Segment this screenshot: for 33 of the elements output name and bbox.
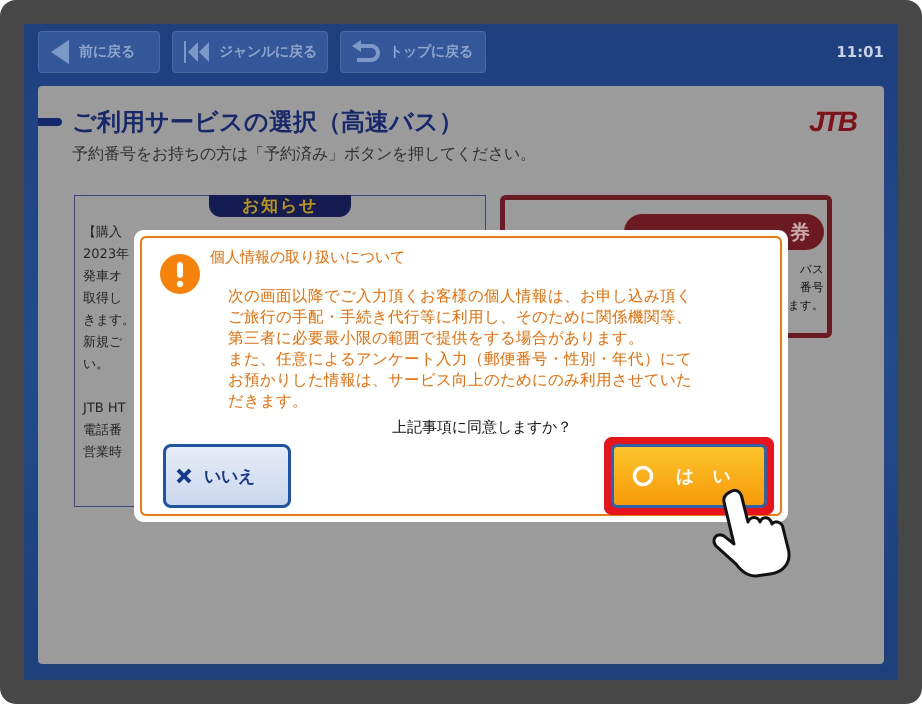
return-arrow-icon: [351, 40, 381, 64]
notice-text: 新規ご: [83, 334, 122, 352]
logo: JTB: [809, 106, 856, 138]
back-arrow-icon: [49, 39, 71, 65]
confirm-question: 上記事項に同意しますか？: [392, 418, 572, 437]
page-title: ご利用サービスの選択（高速バス）: [72, 107, 463, 138]
nav-button[interactable]: 前に戻る: [38, 31, 160, 73]
notice-text: JTB HT: [83, 400, 126, 418]
nav-button[interactable]: ジャンルに戻る: [172, 31, 328, 73]
card-text: ます。: [788, 297, 824, 314]
rewind-icon: [183, 40, 211, 64]
title-marker: [38, 118, 62, 126]
notice-text: 電話番: [83, 422, 122, 440]
dialog-message: 次の画面以降でご入力頂くお客様の個人情報は、お申し込み頂く ご旅行の手配・手続き代行等に利用し、そのために関係機関等、 第三者に必要最小限の範囲で提供をする場合があります。 また、任意によるアンケート入力（郵便番号・性別・年代）にて お預かりした情報は、サービス向上のためにのみ利用させていた だきます。: [228, 286, 693, 412]
no-button[interactable]: いいえ: [163, 444, 291, 508]
notice-text: 営業時: [83, 444, 122, 462]
notice-text: 2023年: [83, 246, 130, 264]
close-icon: [176, 468, 192, 484]
notice-text: い。: [83, 356, 109, 374]
notice-heading: お知らせ: [209, 195, 351, 217]
circle-icon: [632, 465, 654, 487]
notice-text: 【購入: [83, 224, 122, 242]
yes-button[interactable]: は い: [611, 444, 767, 508]
card-text: 番号: [800, 279, 824, 296]
notice-text: きます。: [83, 312, 135, 330]
dialog-heading: 個人情報の取り扱いについて: [210, 248, 405, 267]
notice-text: 発車オ: [83, 268, 122, 286]
notice-text: 取得し: [83, 290, 122, 308]
nav-button[interactable]: トップに戻る: [340, 31, 486, 73]
instruction-text: 予約番号をお持ちの方は「予約済み」ボタンを押してください。: [72, 144, 537, 165]
clock: 11:01: [836, 43, 884, 61]
card-text: バス: [800, 261, 824, 278]
warning-icon: [160, 254, 200, 294]
